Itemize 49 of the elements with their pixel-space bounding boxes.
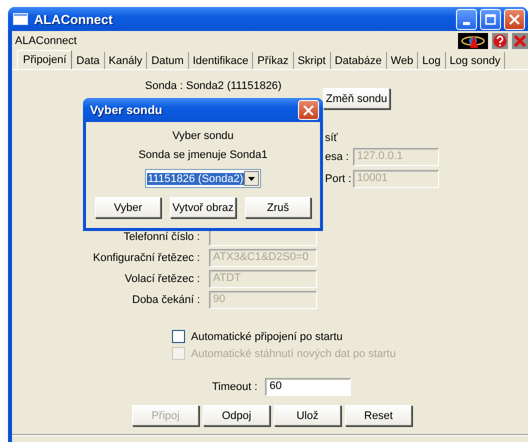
checkbox[interactable] xyxy=(172,330,185,343)
tab[interactable]: Kanály xyxy=(104,52,148,69)
minimize-icon xyxy=(463,22,470,24)
action-button[interactable]: Odpoj xyxy=(203,405,270,426)
minimize-button[interactable] xyxy=(456,8,477,30)
dialog-heading: Vyber sondu xyxy=(172,130,234,142)
checkbox-label: Automatické stáhnutí nových dat po startu xyxy=(191,348,396,360)
close-icon xyxy=(509,14,520,24)
field-label: Doba čekání : xyxy=(131,294,200,306)
tab[interactable]: Web xyxy=(386,52,418,69)
maximize-button[interactable] xyxy=(480,8,501,30)
help-icon[interactable] xyxy=(492,32,508,48)
close-button[interactable] xyxy=(504,8,525,30)
window-icon xyxy=(13,13,28,25)
probe-label: Sonda : Sonda2 (11151826) xyxy=(145,80,283,94)
tab[interactable]: Log sondy xyxy=(446,52,506,69)
tab[interactable]: Log xyxy=(418,52,446,69)
field-label: Volací řetězec : xyxy=(124,273,200,285)
input-field[interactable]: 60 xyxy=(265,378,352,396)
tab[interactable]: Příkaz xyxy=(253,52,294,69)
dialog-message: Sonda se jmenuje Sonda1 xyxy=(138,149,268,161)
window-title: ALAConnect xyxy=(34,12,114,26)
dialog-title: Vyber sondu xyxy=(90,103,164,117)
close-icon xyxy=(303,104,314,116)
field-label: esa : xyxy=(325,151,350,163)
action-button[interactable]: Ulož xyxy=(274,405,341,426)
field-label: Konfigurační řetězec : xyxy=(92,252,200,264)
change-probe-button[interactable]: Změň sondu xyxy=(323,88,390,109)
tab[interactable]: Připojení xyxy=(17,50,72,69)
action-button[interactable]: Reset xyxy=(345,405,412,426)
field-label: Telefonní číslo : xyxy=(122,231,200,243)
tab[interactable]: Skript xyxy=(294,52,331,69)
dialog-button[interactable]: Vyber xyxy=(95,197,161,218)
close-button[interactable] xyxy=(298,100,319,120)
probe-dropdown[interactable]: 11151826 (Sonda2) xyxy=(144,169,262,188)
tab[interactable]: Datum xyxy=(147,52,189,69)
app-name: ALAConnect xyxy=(15,34,78,46)
maximize-icon xyxy=(485,14,496,24)
dialog-button[interactable]: Zruš xyxy=(245,197,311,218)
logo-icon[interactable] xyxy=(458,32,488,48)
field-label: Timeout : xyxy=(212,381,258,393)
tab[interactable]: Databáze xyxy=(330,52,387,69)
group-title: síť xyxy=(325,132,338,144)
tab[interactable]: Identifikace xyxy=(188,52,254,69)
exit-icon[interactable] xyxy=(512,32,528,48)
checkbox-label: Automatické připojení po startu xyxy=(191,330,343,342)
dialog-button[interactable]: Vytvoř obraz xyxy=(170,197,236,218)
field-label: Port : xyxy=(325,173,352,185)
tab[interactable]: Data xyxy=(72,52,105,69)
